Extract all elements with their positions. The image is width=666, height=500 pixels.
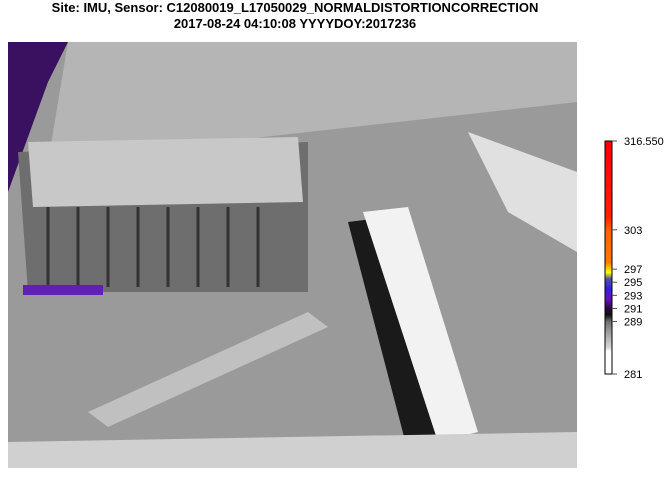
- plot-title-line1: Site: IMU, Sensor: C12080019_L17050029_N…: [51, 0, 539, 15]
- colorbar-tick-label: 295: [624, 277, 642, 289]
- colorbar-tick-label: 293: [624, 290, 642, 302]
- colorbar-tick-label: 281: [624, 369, 642, 381]
- colorbar-tick-label: 316.550: [624, 136, 664, 148]
- thermal-image-heatmap: [8, 42, 577, 468]
- colorbar-tick-label: 303: [624, 225, 642, 237]
- colorbar-tick-label: 291: [624, 303, 642, 315]
- heatmap-region-purple-ledge: [23, 285, 103, 295]
- colorbar-gradient: [604, 140, 613, 375]
- colorbar: 316.550 303 297295293291 289 281: [604, 136, 664, 381]
- colorbar-tick-label: 289: [624, 317, 642, 329]
- heatmap-region-building-top: [28, 137, 303, 207]
- colorbar-tick-label: 297: [624, 264, 642, 276]
- plot-title-line2: 2017-08-24 04:10:08 YYYYDOY:2017236: [173, 16, 417, 31]
